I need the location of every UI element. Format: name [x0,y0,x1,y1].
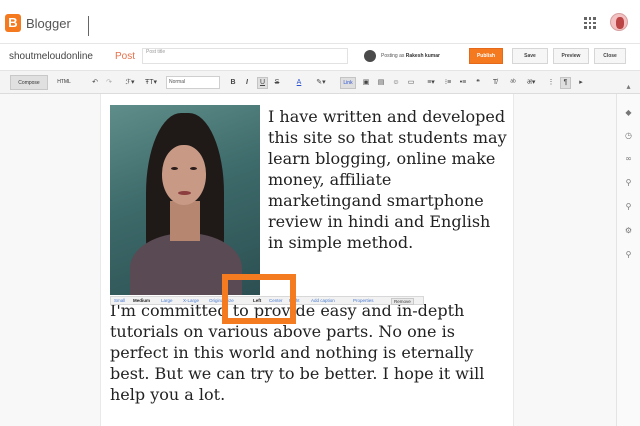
bullet-list-icon[interactable]: •≡ [458,77,468,89]
bold-icon[interactable]: B [228,77,238,89]
insert-image-icon[interactable]: ▣ [361,77,371,89]
publish-button[interactable]: Publish [469,48,503,64]
strikethrough-icon[interactable]: S [272,77,282,89]
underline-icon[interactable]: U [257,77,268,89]
jump-break-icon[interactable]: ▭ [406,77,416,89]
search-description-icon[interactable]: ⚲ [624,202,633,211]
compose-mode-button[interactable]: Compose [10,75,48,90]
undo-icon[interactable]: ↶ [90,77,100,89]
author-name: Rakesh kumar [405,53,440,59]
quote-icon[interactable]: ❝ [473,77,483,89]
header-divider [88,16,89,36]
spell-check-icon[interactable]: ᵃᵇ [508,77,518,89]
account-avatar-icon[interactable] [610,13,628,31]
align-icon[interactable]: ≡▾ [424,77,438,89]
image-size-large[interactable]: Large [161,297,173,304]
insert-video-icon[interactable]: ▤ [376,77,386,89]
image-remove-button[interactable]: Remove [391,298,414,305]
post-header-row: shoutmeloudonline Post Post title Postin… [0,44,640,70]
post-image[interactable] [110,105,260,295]
apps-grid-icon[interactable] [584,17,596,29]
photo-lips [178,191,191,195]
post-paragraph-1[interactable]: I have written and developed this site s… [268,106,508,253]
options-icon[interactable]: ⚙ [624,226,633,235]
font-family-icon[interactable]: ℱ▾ [122,77,138,89]
html-mode-button[interactable]: HTML [52,75,76,90]
image-add-caption[interactable]: Add caption [311,297,335,304]
photo-eye-left [171,167,178,170]
image-size-xlarge[interactable]: X-Large [183,297,199,304]
top-app-bar: B Blogger [0,0,640,44]
image-properties[interactable]: Properties [353,297,374,304]
photo-face [162,145,206,205]
editor-toolbar: Compose HTML ↶ ↷ ℱ▾ ŦT▾ Normal B I U S A… [0,70,640,94]
more-icon[interactable]: ▸ [576,77,586,89]
save-button[interactable]: Save [512,48,548,64]
post-settings-sidebar: ▴ ◆ ◷ ∞ ⚲ ⚲ ⚙ ⚲ [616,82,640,426]
clear-format-icon[interactable]: T̸ [490,77,500,89]
font-size-icon[interactable]: ŦT▾ [142,77,160,89]
redo-icon[interactable]: ↷ [104,77,114,89]
collapse-chevron-icon[interactable]: ▴ [624,82,633,91]
app-title[interactable]: Blogger [26,16,71,31]
close-button[interactable]: Close [594,48,626,64]
format-select[interactable]: Normal [166,76,220,89]
photo-eye-right [190,167,197,170]
emoji-icon[interactable]: ☺ [391,77,401,89]
rtl-icon[interactable]: ⋮ [546,77,556,89]
link-button[interactable]: Link [340,77,356,89]
location-icon[interactable]: ⚲ [624,178,633,187]
preview-button[interactable]: Preview [553,48,589,64]
numbered-list-icon[interactable]: ⁝≡ [443,77,453,89]
author-avatar [364,50,376,62]
image-size-medium[interactable]: Medium [133,297,150,304]
input-tools-icon[interactable]: अ▾ [524,77,538,89]
schedule-icon[interactable]: ◷ [624,131,633,140]
highlight-color-icon[interactable]: ✎▾ [314,77,328,89]
blog-name[interactable]: shoutmeloudonline [9,51,93,62]
section-label: Post [115,51,136,62]
permalink-icon[interactable]: ∞ [624,154,633,163]
post-title-input[interactable]: Post title [142,48,348,64]
labels-icon[interactable]: ◆ [624,108,633,117]
posting-as-text: Posting as Rakesh kumar [381,53,440,59]
posting-as-prefix: Posting as [381,53,405,59]
custom-robots-icon[interactable]: ⚲ [624,250,633,259]
photo-neck [170,201,200,241]
italic-icon[interactable]: I [242,77,252,89]
ltr-icon[interactable]: ¶ [560,77,571,89]
text-color-icon[interactable]: A [292,77,306,89]
blogger-logo-icon[interactable]: B [5,14,21,32]
image-size-small[interactable]: Small [114,297,125,304]
highlight-box [222,274,296,324]
post-paragraph-2[interactable]: I'm committed to provide easy and in-dep… [110,300,510,405]
